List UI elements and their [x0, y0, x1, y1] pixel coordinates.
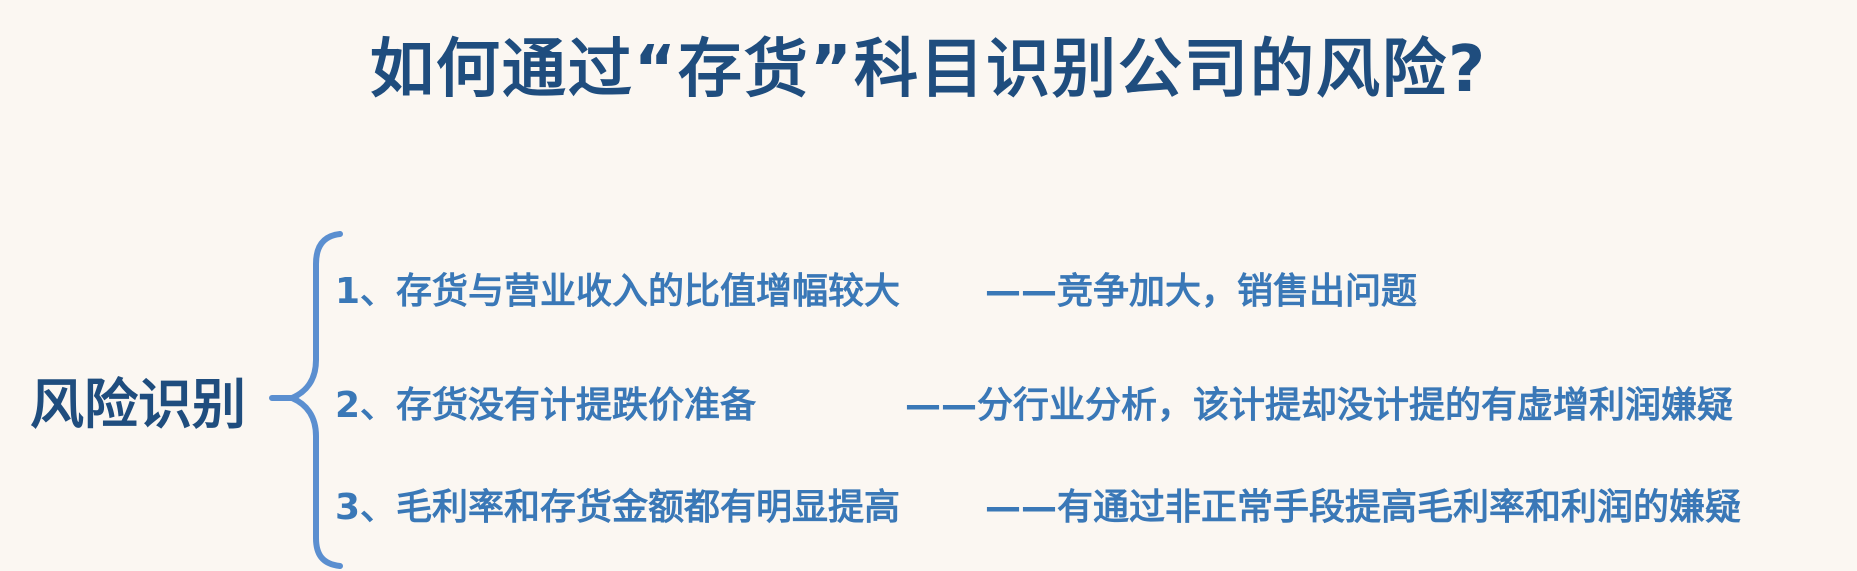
risk-item-3-condition: 3、毛利率和存货金额都有明显提高: [335, 487, 901, 528]
risk-item-1-consequence: ——竞争加大，销售出问题: [985, 271, 1418, 312]
risk-item-1-condition: 1、存货与营业收入的比值增幅较大: [335, 271, 901, 312]
risk-item-2-consequence: ——分行业分析，该计提却没计提的有虚增利润嫌疑: [905, 385, 1734, 426]
risk-item-3-consequence: ——有通过非正常手段提高毛利率和利润的嫌疑: [985, 487, 1742, 528]
risk-item-2-condition: 2、存货没有计提跌价准备: [335, 385, 757, 426]
